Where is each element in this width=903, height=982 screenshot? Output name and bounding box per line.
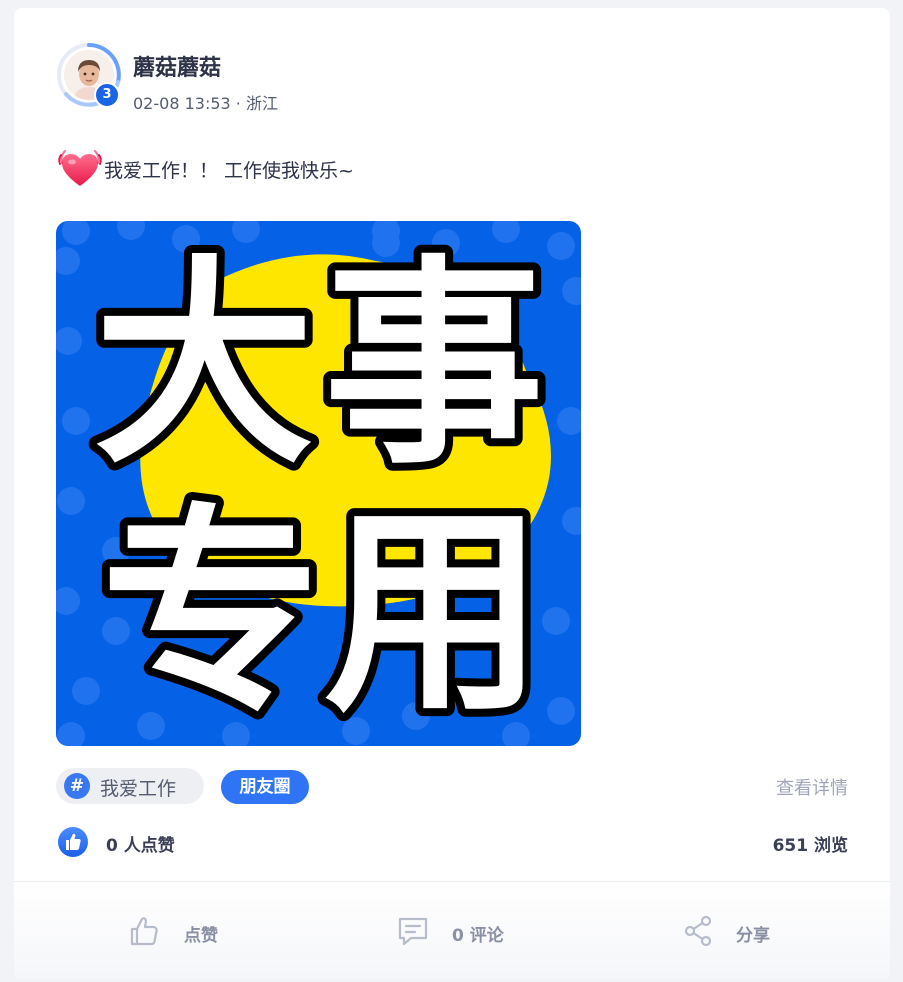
post-content: 我爱工作！！ 工作使我快乐~ <box>56 144 756 192</box>
topic-tag-label: 我爱工作 <box>100 778 177 800</box>
post-header: 3 蘑菇蘑菇 02-08 13:53 · 浙江 <box>56 42 756 114</box>
tags-row: # 我爱工作 朋友圈 查看详情 <box>56 768 848 806</box>
stats-row: 0 人点赞 651 浏览 <box>56 825 848 859</box>
view-count: 651 浏览 <box>772 836 848 856</box>
post-image-graphic: 大 事 专 用 <box>56 221 581 746</box>
hashtag-icon: # <box>64 773 90 799</box>
circle-tag[interactable]: 朋友圈 <box>221 770 309 804</box>
share-button-label: 分享 <box>736 926 770 946</box>
post-card: 3 蘑菇蘑菇 02-08 13:53 · 浙江 我爱工作！！ 工作使我快乐~ 大… <box>14 8 890 979</box>
avatar[interactable]: 3 <box>56 42 122 108</box>
image-char-3: 专 <box>101 485 321 741</box>
image-char-4: 用 <box>324 485 544 741</box>
image-char-2: 事 <box>324 237 544 493</box>
thumbs-up-filled-icon <box>58 827 88 857</box>
heart-with-signal-icon <box>58 150 102 186</box>
comment-button-label: 0 评论 <box>452 926 504 946</box>
author-name[interactable]: 蘑菇蘑菇 <box>133 50 221 82</box>
action-bar: 点赞 0 评论 分享 <box>14 881 890 979</box>
post-image[interactable]: 大 事 专 用 <box>56 221 581 746</box>
comment-button[interactable]: 0 评论 <box>396 912 526 952</box>
like-count: 0 人点赞 <box>106 836 175 856</box>
comment-icon <box>398 917 428 946</box>
post-text: 我爱工作！！ 工作使我快乐~ <box>104 160 354 182</box>
like-button[interactable]: 点赞 <box>128 912 238 952</box>
view-detail-link[interactable]: 查看详情 <box>776 774 848 800</box>
like-button-label: 点赞 <box>184 926 218 946</box>
topic-tag[interactable]: # 我爱工作 <box>56 768 204 804</box>
image-char-1: 大 <box>94 237 314 493</box>
share-icon <box>684 915 712 947</box>
share-button[interactable]: 分享 <box>682 912 792 952</box>
thumbs-up-icon <box>130 917 158 946</box>
level-badge: 3 <box>94 82 120 108</box>
post-meta: 02-08 13:53 · 浙江 <box>133 94 278 113</box>
